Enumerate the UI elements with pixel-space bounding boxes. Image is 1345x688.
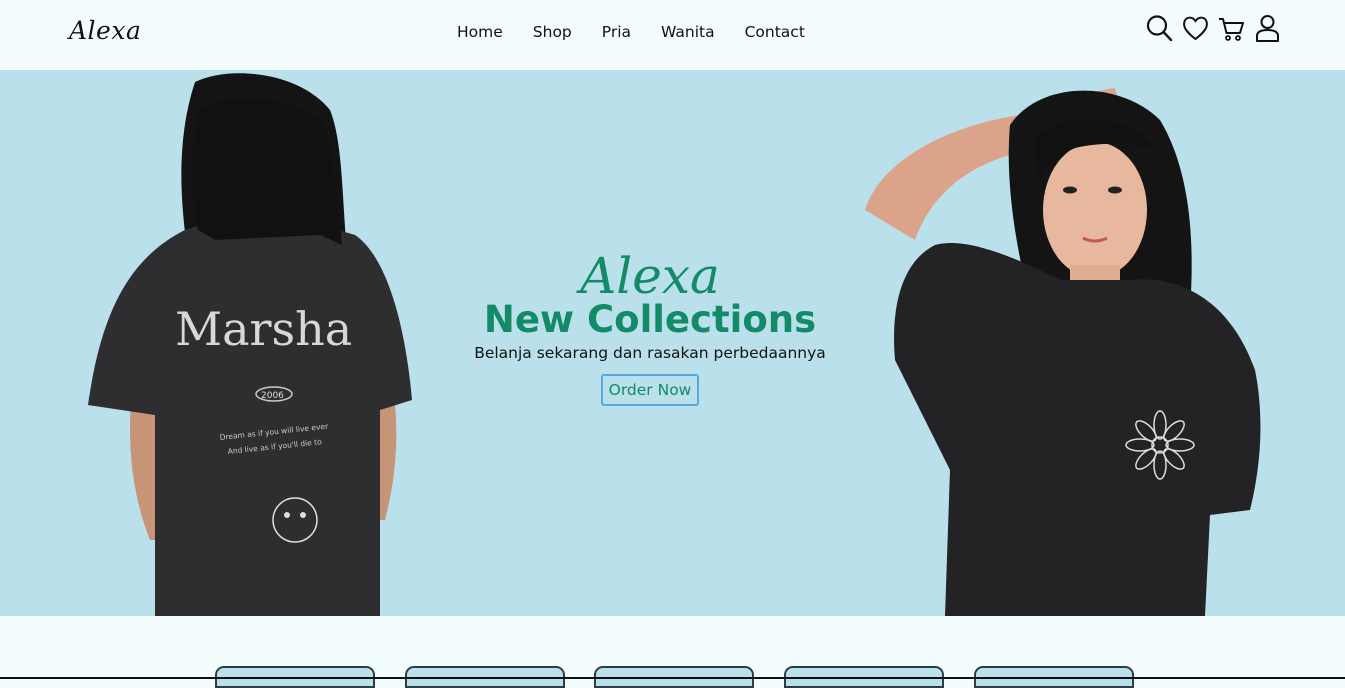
- nav-home[interactable]: Home: [457, 23, 503, 41]
- shirt-print-year: 2006: [261, 391, 284, 401]
- heart-icon[interactable]: [1182, 14, 1209, 42]
- cart-icon[interactable]: [1218, 14, 1245, 42]
- shirt-print-marsha: Marsha: [175, 302, 352, 356]
- site-logo[interactable]: Alexa: [69, 16, 141, 45]
- main-nav: Home Shop Pria Wanita Contact: [457, 23, 805, 41]
- model-front-image: [865, 88, 1261, 616]
- nav-wanita[interactable]: Wanita: [661, 23, 715, 41]
- nav-pria[interactable]: Pria: [602, 23, 631, 41]
- nav-shop[interactable]: Shop: [533, 23, 572, 41]
- hero-headline: New Collections: [483, 298, 817, 341]
- header-icons: [1146, 14, 1281, 42]
- hero-brand: Alexa: [580, 247, 720, 305]
- user-icon[interactable]: [1254, 14, 1281, 42]
- nav-contact[interactable]: Contact: [745, 23, 805, 41]
- search-icon[interactable]: [1146, 14, 1173, 42]
- hero-text-block: Alexa New Collections Belanja sekarang d…: [400, 248, 900, 406]
- category-strip: [0, 616, 1345, 688]
- order-now-button[interactable]: Order Now: [600, 374, 700, 406]
- hero-banner: Marsha 2006 Dream as if you will live ev…: [0, 70, 1345, 616]
- site-header: Alexa Home Shop Pria Wanita Contact: [0, 0, 1345, 70]
- hero-tagline: Belanja sekarang dan rasakan perbedaanny…: [474, 344, 826, 362]
- model-back-image: Marsha 2006 Dream as if you will live ev…: [88, 73, 412, 616]
